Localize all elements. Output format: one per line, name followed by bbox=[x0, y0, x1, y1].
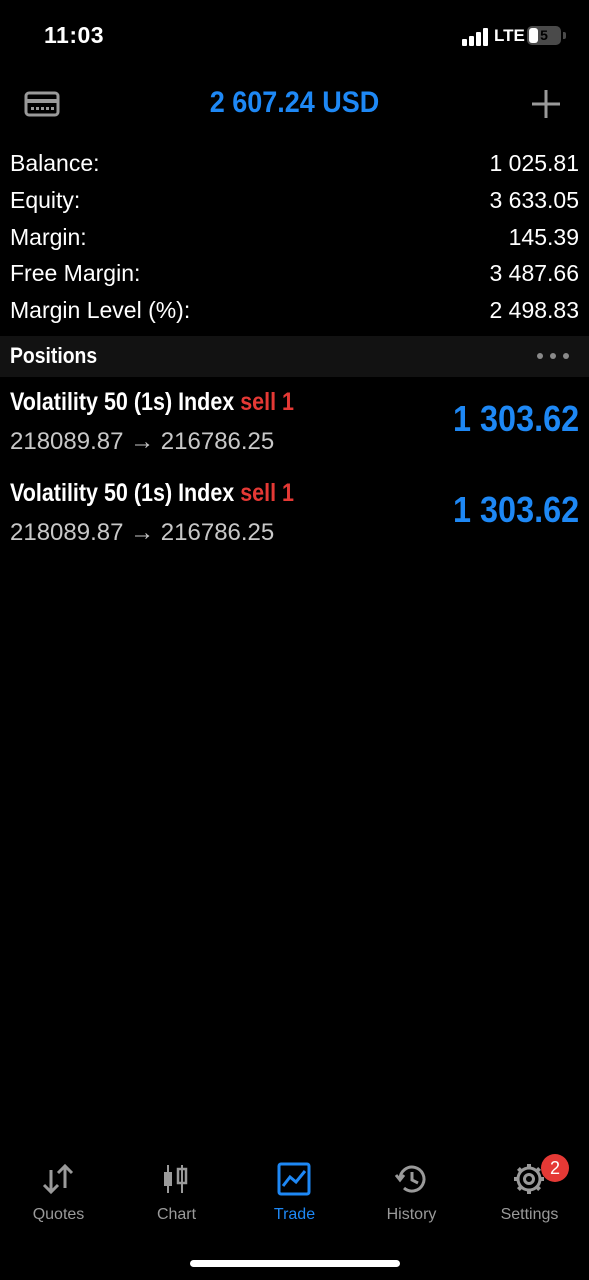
position-item[interactable]: Volatility 50 (1s) Index sell 1 218089.8… bbox=[0, 386, 589, 476]
quotes-arrows-icon bbox=[42, 1163, 74, 1195]
tab-settings[interactable]: Settings bbox=[471, 1150, 588, 1230]
account-value: 3 633.05 bbox=[489, 186, 579, 213]
position-title: Volatility 50 (1s) Index sell 1 bbox=[10, 479, 294, 508]
position-title: Volatility 50 (1s) Index sell 1 bbox=[10, 388, 294, 417]
signal-strength-icon bbox=[462, 28, 490, 46]
status-bar: 11:03 LTE 5 bbox=[0, 0, 589, 72]
position-profit: 1 303.62 bbox=[452, 489, 579, 530]
positions-title: Positions bbox=[10, 343, 98, 368]
account-value: 1 025.81 bbox=[489, 150, 579, 176]
account-row-balance: Balance: 1 025.81 bbox=[0, 146, 589, 183]
home-indicator[interactable] bbox=[190, 1260, 400, 1267]
position-symbol: Volatility 50 (1s) Index bbox=[10, 388, 235, 416]
open-price: 218089.87 bbox=[10, 519, 124, 546]
position-item[interactable]: Volatility 50 (1s) Index sell 1 218089.8… bbox=[0, 477, 589, 567]
status-time: 11:03 bbox=[44, 22, 105, 48]
position-prices: 218089.87 → 216786.25 bbox=[10, 519, 274, 547]
header: 2 607.24 USD bbox=[0, 72, 589, 136]
battery-nub bbox=[563, 32, 566, 39]
battery-level: 5 bbox=[540, 27, 548, 43]
arrow-icon: → bbox=[130, 428, 155, 455]
trade-screen: 11:03 LTE 5 2 607.24 USD Balance: 1 025.… bbox=[0, 0, 589, 1280]
current-price: 216786.25 bbox=[160, 519, 275, 546]
tab-quotes[interactable]: Quotes bbox=[0, 1150, 117, 1230]
history-clock-icon bbox=[394, 1165, 426, 1193]
positions-section-header: Positions bbox=[0, 336, 589, 377]
more-options-icon[interactable] bbox=[537, 353, 569, 359]
arrow-icon: → bbox=[130, 519, 155, 546]
account-summary: Balance: 1 025.81 Equity: 3 633.05 Margi… bbox=[0, 146, 589, 330]
account-label: Margin Level (%): bbox=[10, 297, 191, 324]
account-row-margin-level: Margin Level (%): 2 498.83 bbox=[0, 293, 589, 330]
tab-label: Settings bbox=[500, 1206, 559, 1223]
position-side: sell 1 bbox=[240, 479, 295, 507]
tab-history[interactable]: History bbox=[353, 1150, 470, 1230]
settings-notification-badge: 2 bbox=[541, 1154, 569, 1182]
account-row-equity: Equity: 3 633.05 bbox=[0, 183, 589, 220]
open-price: 218089.87 bbox=[10, 428, 124, 455]
account-value: 2 498.83 bbox=[489, 297, 579, 324]
position-profit: 1 303.62 bbox=[452, 398, 579, 439]
tab-label: Quotes bbox=[32, 1206, 85, 1223]
account-label: Margin: bbox=[10, 223, 87, 250]
tab-chart[interactable]: Chart bbox=[118, 1150, 235, 1230]
trade-chart-icon bbox=[277, 1162, 311, 1196]
page-title[interactable]: 2 607.24 USD bbox=[29, 86, 559, 120]
account-label: Free Margin: bbox=[10, 260, 141, 287]
current-price: 216786.25 bbox=[160, 428, 275, 455]
account-label: Balance: bbox=[10, 150, 100, 176]
tab-label: History bbox=[386, 1206, 437, 1223]
plus-icon[interactable] bbox=[530, 88, 562, 120]
position-symbol: Volatility 50 (1s) Index bbox=[10, 479, 235, 507]
battery-icon: 5 bbox=[527, 26, 561, 45]
position-prices: 218089.87 → 216786.25 bbox=[10, 428, 274, 456]
account-label: Equity: bbox=[10, 186, 81, 213]
tab-label: Chart bbox=[156, 1206, 197, 1223]
account-value: 3 487.66 bbox=[489, 260, 579, 287]
tab-label: Trade bbox=[273, 1206, 316, 1223]
tab-bar: Quotes Chart Trade History Settings bbox=[0, 1150, 589, 1240]
candlestick-chart-icon bbox=[164, 1165, 188, 1193]
network-type: LTE bbox=[494, 26, 525, 45]
position-side: sell 1 bbox=[240, 388, 295, 416]
account-row-margin: Margin: 145.39 bbox=[0, 220, 589, 257]
account-value: 145.39 bbox=[508, 223, 579, 250]
tab-trade[interactable]: Trade bbox=[236, 1150, 353, 1230]
account-row-free-margin: Free Margin: 3 487.66 bbox=[0, 256, 589, 293]
